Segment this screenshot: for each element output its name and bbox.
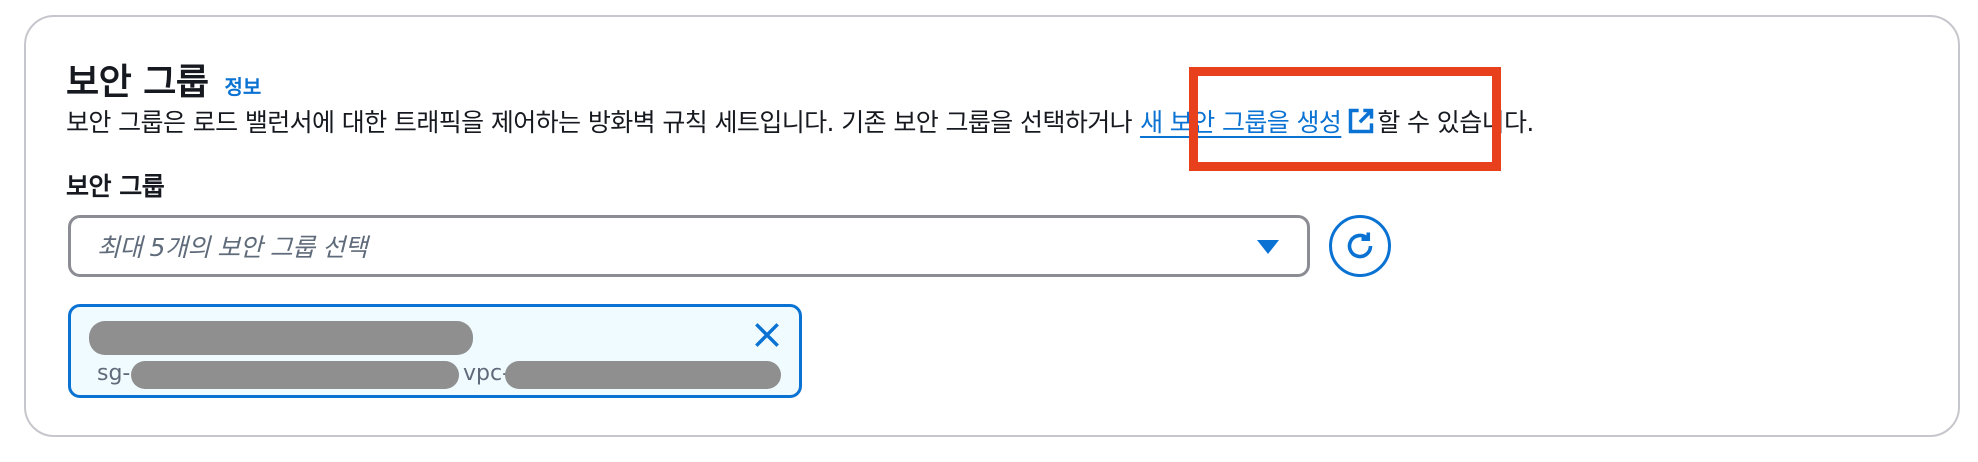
security-group-select[interactable]: 최대 5개의 보안 그룹 선택: [68, 215, 1310, 277]
refresh-icon: [1347, 232, 1373, 259]
redacted-group-name: [89, 321, 473, 355]
description-prefix: 보안 그룹은 로드 밸런서에 대한 트래픽을 제어하는 방화벽 규칙 세트입니다…: [66, 108, 1133, 137]
redacted-vpc-id: [505, 361, 781, 389]
section-header: 보안 그룹 정보: [66, 53, 261, 105]
caret-down-icon: [1257, 240, 1279, 254]
description-suffix: 할 수 있습니다.: [1377, 108, 1534, 137]
create-security-group-link[interactable]: 새 보안 그룹을 생성: [1140, 103, 1342, 139]
info-link[interactable]: 정보: [225, 71, 262, 100]
external-link-icon[interactable]: [1347, 107, 1375, 135]
section-title: 보안 그룹: [66, 62, 209, 103]
redacted-sg-id: [131, 361, 459, 389]
selected-security-group-token: sg- vpc-: [68, 304, 802, 398]
section-description: 보안 그룹은 로드 밸런서에 대한 트래픽을 제어하는 방화벽 규칙 세트입니다…: [66, 103, 1534, 139]
security-group-field-label: 보안 그룹: [66, 172, 165, 201]
close-icon[interactable]: [751, 319, 783, 351]
vpc-id-prefix: vpc-: [463, 361, 511, 386]
sg-id-prefix: sg-: [97, 361, 131, 386]
security-group-panel: 보안 그룹 정보 보안 그룹은 로드 밸런서에 대한 트래픽을 제어하는 방화벽…: [24, 15, 1960, 437]
select-placeholder: 최대 5개의 보안 그룹 선택: [97, 233, 368, 262]
refresh-button[interactable]: [1329, 215, 1391, 277]
